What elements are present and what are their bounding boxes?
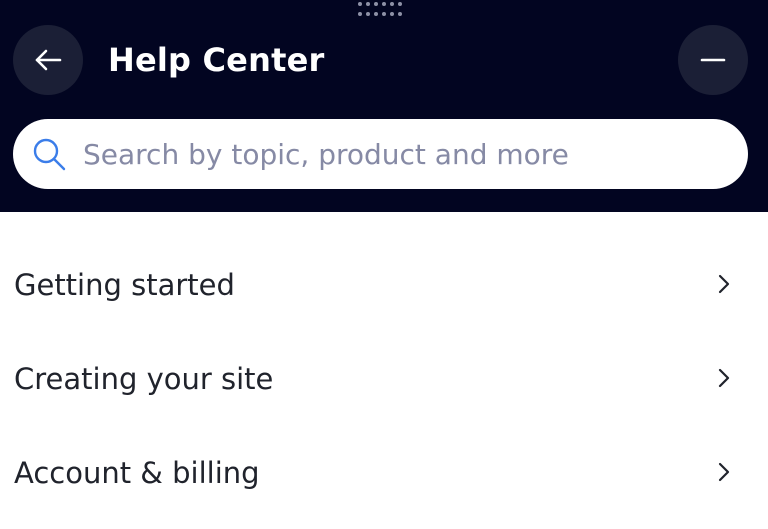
arrow-left-icon xyxy=(35,49,62,71)
topic-getting-started[interactable]: Getting started xyxy=(0,238,768,332)
topic-creating-your-site[interactable]: Creating your site xyxy=(0,332,768,426)
search-bar[interactable] xyxy=(13,119,748,189)
topic-label: Getting started xyxy=(14,268,235,302)
chevron-right-icon xyxy=(718,462,730,482)
search-icon xyxy=(33,138,66,171)
help-center-header: Help Center xyxy=(0,0,768,212)
topic-account-billing[interactable]: Account & billing xyxy=(0,426,768,520)
help-topics-list: Getting started Creating your site Accou… xyxy=(0,238,768,520)
chevron-right-icon xyxy=(718,368,730,388)
search-input[interactable] xyxy=(83,119,723,189)
page-title: Help Center xyxy=(108,41,325,79)
drag-handle-icon[interactable] xyxy=(358,2,404,16)
chevron-right-icon xyxy=(718,274,730,294)
topic-label: Account & billing xyxy=(14,456,260,490)
minimize-button[interactable] xyxy=(678,25,748,95)
minus-icon xyxy=(700,58,726,62)
back-button[interactable] xyxy=(13,25,83,95)
topic-label: Creating your site xyxy=(14,362,274,396)
